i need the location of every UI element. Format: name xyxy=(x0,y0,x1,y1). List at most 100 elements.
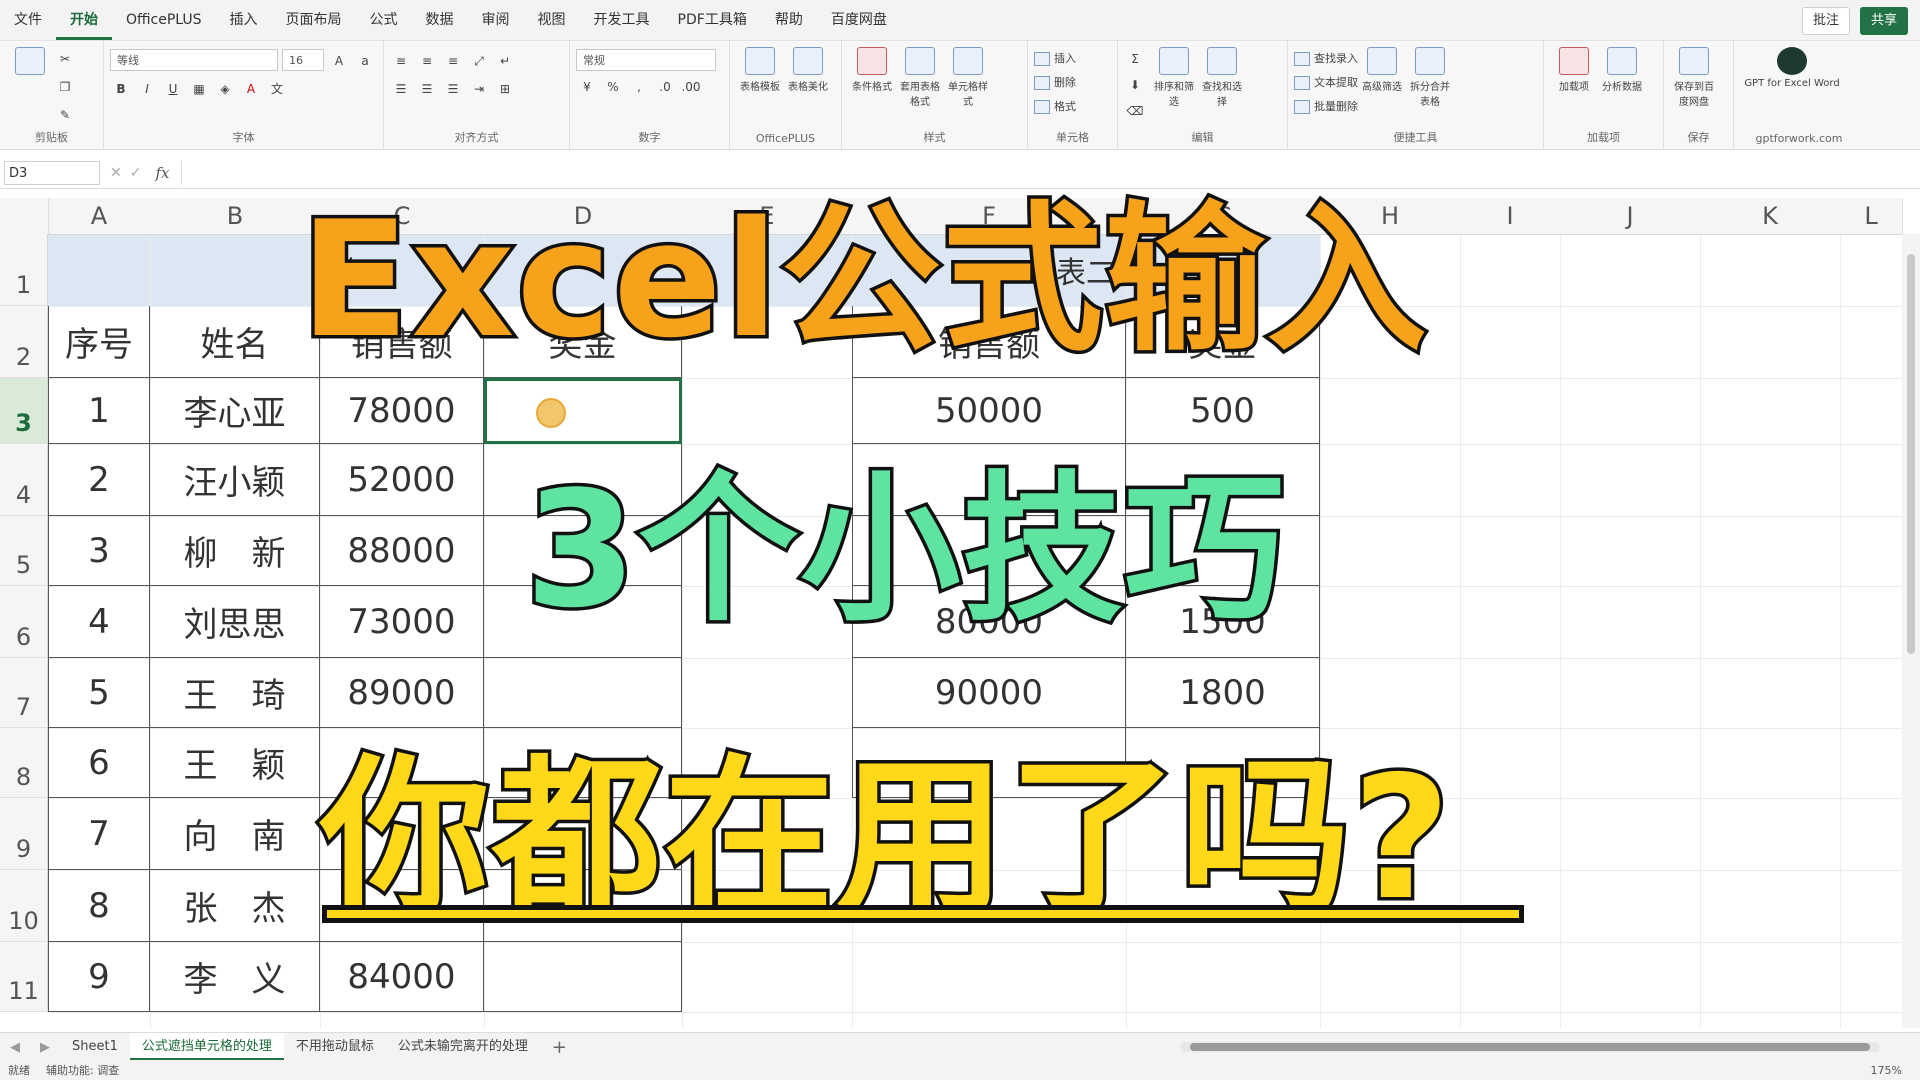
table-template-button[interactable]: 表格模板 xyxy=(738,47,782,109)
cut-icon[interactable]: ✂ xyxy=(54,47,76,71)
table1-cell[interactable]: 78000 xyxy=(320,378,484,444)
column-header-l[interactable]: L xyxy=(1840,198,1903,235)
table1-cell[interactable]: 5 xyxy=(48,658,150,728)
row-header-2[interactable]: 2 xyxy=(0,306,48,378)
font-name-select[interactable]: 等线 xyxy=(110,49,278,71)
row-header-6[interactable]: 6 xyxy=(0,586,48,658)
indent-icon[interactable]: ⇥ xyxy=(468,77,490,101)
border-icon[interactable]: ▦ xyxy=(188,77,210,101)
vertical-scroll-thumb[interactable] xyxy=(1907,254,1915,654)
percent-icon[interactable]: % xyxy=(602,75,624,99)
table1-cell[interactable]: 张 杰 xyxy=(150,870,320,942)
row-header-3[interactable]: 3 xyxy=(0,378,48,444)
align-left-icon[interactable]: ☰ xyxy=(390,77,412,101)
table1-cell[interactable]: 李 义 xyxy=(150,942,320,1012)
fx-icon[interactable]: fx xyxy=(155,164,169,182)
row-header-9[interactable]: 9 xyxy=(0,798,48,870)
advanced-filter-button[interactable]: 高级筛选 xyxy=(1360,47,1404,109)
table1-header[interactable]: 姓名 xyxy=(150,306,320,378)
fill-color-icon[interactable]: ◈ xyxy=(214,77,236,101)
currency-icon[interactable]: ¥ xyxy=(576,75,598,99)
table1-cell[interactable]: 84000 xyxy=(320,942,484,1012)
table1-cell[interactable]: 73000 xyxy=(320,586,484,658)
bold-icon[interactable]: B xyxy=(110,77,132,101)
column-header-k[interactable]: K xyxy=(1700,198,1841,235)
format-as-table-button[interactable]: 套用表格格式 xyxy=(898,47,942,109)
format-cells-button[interactable]: 格式 xyxy=(1034,95,1076,119)
font-color-icon[interactable]: A xyxy=(240,77,262,101)
increase-decimal-icon[interactable]: .0 xyxy=(654,75,676,99)
paste-button[interactable] xyxy=(8,47,52,109)
align-middle-icon[interactable]: ≡ xyxy=(416,49,438,73)
row-header-4[interactable]: 4 xyxy=(0,444,48,516)
shrink-font-icon[interactable]: a xyxy=(354,49,376,73)
table1-cell[interactable]: 李心亚 xyxy=(150,378,320,444)
table1-cell[interactable]: 汪小颖 xyxy=(150,444,320,516)
table1-cell[interactable] xyxy=(484,942,682,1012)
table1-cell[interactable]: 9 xyxy=(48,942,150,1012)
table1-cell[interactable]: 刘思思 xyxy=(150,586,320,658)
align-center-icon[interactable]: ☰ xyxy=(416,77,438,101)
zoom-level[interactable]: 175% xyxy=(1863,1064,1910,1077)
sort-filter-button[interactable]: 排序和筛选 xyxy=(1152,47,1196,109)
menu-formulas[interactable]: 公式 xyxy=(356,0,412,40)
italic-icon[interactable]: I xyxy=(136,77,158,101)
decrease-decimal-icon[interactable]: .00 xyxy=(680,75,702,99)
text-extract-button[interactable]: 文本提取 xyxy=(1294,71,1358,95)
copy-icon[interactable]: ❐ xyxy=(54,75,76,99)
menu-officeplus[interactable]: OfficePLUS xyxy=(112,0,216,40)
menu-pdf-tools[interactable]: PDF工具箱 xyxy=(664,0,761,40)
column-header-i[interactable]: I xyxy=(1460,198,1561,235)
font-size-select[interactable]: 16 xyxy=(282,49,324,71)
table1-cell[interactable]: 88000 xyxy=(320,516,484,586)
table1-header[interactable]: 序号 xyxy=(48,306,150,378)
sheet-tab-1[interactable]: Sheet1 xyxy=(60,1033,130,1061)
gpt-button[interactable]: GPT for Excel Word xyxy=(1742,47,1842,109)
delete-cells-button[interactable]: 删除 xyxy=(1034,71,1076,95)
sheet-tab-2[interactable]: 公式遮挡单元格的处理 xyxy=(129,1033,284,1061)
comma-icon[interactable]: , xyxy=(628,75,650,99)
align-top-icon[interactable]: ≡ xyxy=(390,49,412,73)
menu-insert[interactable]: 插入 xyxy=(216,0,272,40)
menu-page-layout[interactable]: 页面布局 xyxy=(272,0,356,40)
cell-style-button[interactable]: 单元格样式 xyxy=(946,47,990,109)
menu-baidu-pan[interactable]: 百度网盘 xyxy=(817,0,901,40)
table-beautify-button[interactable]: 表格美化 xyxy=(786,47,830,109)
table1-cell[interactable]: 1 xyxy=(48,378,150,444)
menu-view[interactable]: 视图 xyxy=(524,0,580,40)
table1-cell[interactable]: 向 南 xyxy=(150,798,320,870)
format-painter-icon[interactable]: ✎ xyxy=(54,103,76,127)
menu-review[interactable]: 审阅 xyxy=(468,0,524,40)
share-button[interactable]: 共享 xyxy=(1859,7,1908,35)
align-right-icon[interactable]: ☰ xyxy=(442,77,464,101)
orientation-icon[interactable]: ⤢ xyxy=(468,49,490,73)
horizontal-scrollbar[interactable] xyxy=(1180,1042,1880,1052)
table1-cell[interactable]: 王 颖 xyxy=(150,728,320,798)
row-header-10[interactable]: 10 xyxy=(0,870,48,942)
batch-delete-button[interactable]: 批量删除 xyxy=(1294,95,1358,119)
table1-cell[interactable]: 3 xyxy=(48,516,150,586)
conditional-format-button[interactable]: 条件格式 xyxy=(850,47,894,109)
menu-help[interactable]: 帮助 xyxy=(761,0,817,40)
find-entry-button[interactable]: 查找录入 xyxy=(1294,47,1358,71)
addins-button[interactable]: 加载项 xyxy=(1552,47,1596,109)
phonetic-icon[interactable]: 文 xyxy=(266,77,288,101)
menu-home[interactable]: 开始 xyxy=(56,0,112,40)
column-header-b[interactable]: B xyxy=(150,198,321,235)
horizontal-scroll-thumb[interactable] xyxy=(1190,1043,1870,1051)
underline-icon[interactable]: U xyxy=(162,77,184,101)
table1-cell[interactable]: 王 琦 xyxy=(150,658,320,728)
number-format-select[interactable]: 常规 xyxy=(576,49,716,71)
row-header-1[interactable]: 1 xyxy=(0,234,48,306)
confirm-icon[interactable]: ✓ xyxy=(130,165,142,181)
column-header-j[interactable]: J xyxy=(1560,198,1701,235)
row-header-8[interactable]: 8 xyxy=(0,728,48,798)
comment-button[interactable]: 批注 xyxy=(1801,7,1850,35)
select-all-corner[interactable] xyxy=(0,198,49,235)
table1-cell[interactable]: 52000 xyxy=(320,444,484,516)
table1-cell[interactable]: 柳 新 xyxy=(150,516,320,586)
save-baidu-button[interactable]: 保存到百度网盘 xyxy=(1672,47,1716,109)
vertical-scrollbar[interactable] xyxy=(1902,234,1920,1028)
wrap-text-icon[interactable]: ↵ xyxy=(494,49,516,73)
merge-icon[interactable]: ⊞ xyxy=(494,77,516,101)
